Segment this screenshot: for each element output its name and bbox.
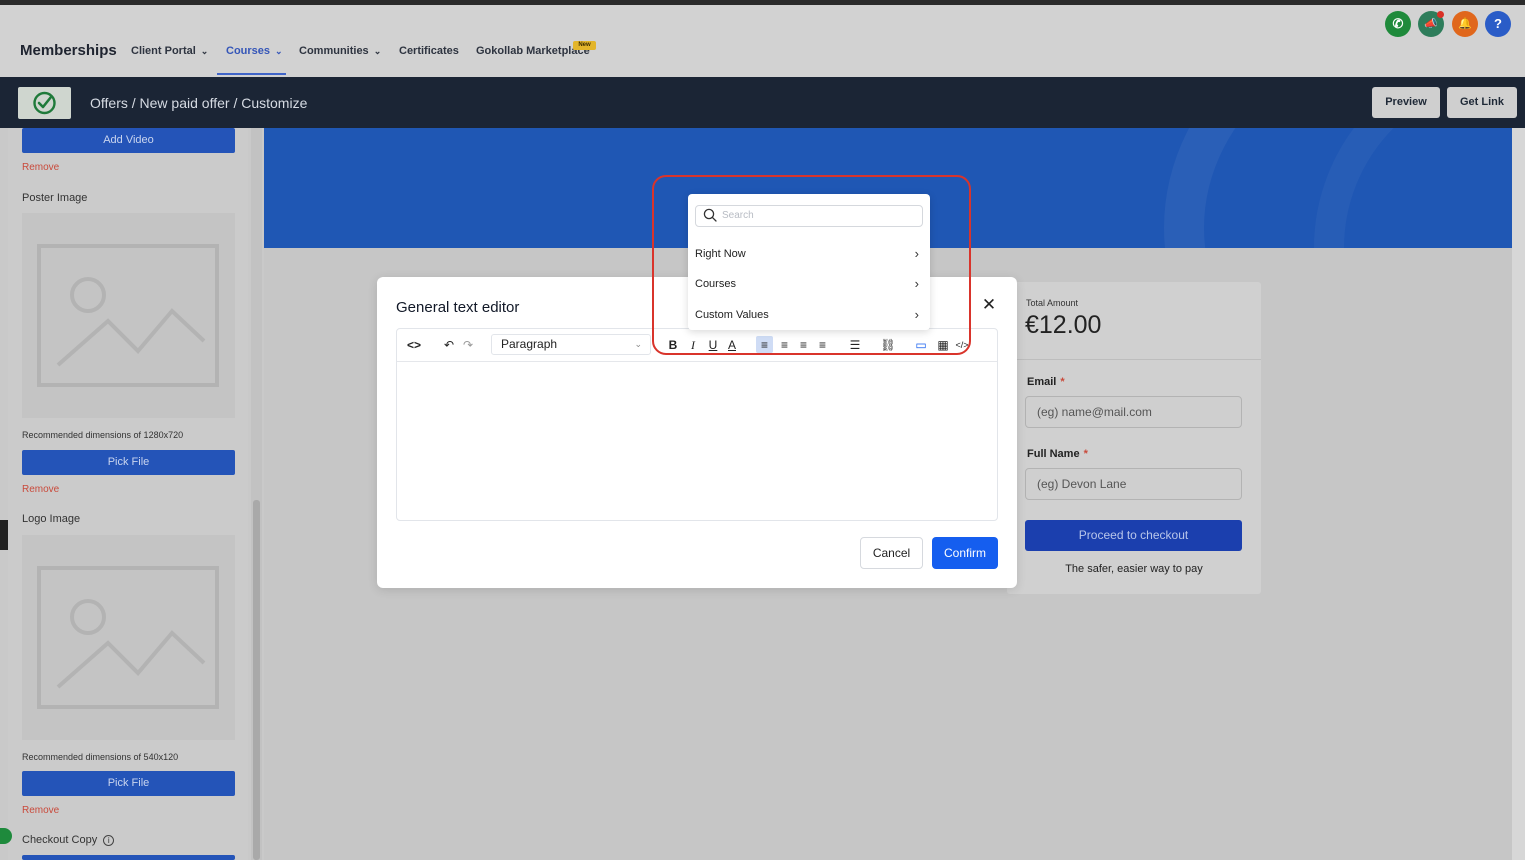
remove-logo-link[interactable]: Remove bbox=[22, 805, 59, 816]
image-placeholder-icon bbox=[37, 566, 219, 709]
nav-client-portal-label: Client Portal bbox=[131, 45, 196, 57]
undo-icon[interactable]: ↶ bbox=[441, 337, 457, 353]
paragraph-format-select[interactable]: Paragraph ⌄ bbox=[491, 334, 651, 355]
notification-dot bbox=[1437, 11, 1444, 18]
preview-button[interactable]: Preview bbox=[1372, 87, 1440, 118]
poster-image-placeholder[interactable] bbox=[22, 213, 235, 418]
megaphone-glyph: 📣 bbox=[1424, 18, 1438, 30]
breadcrumb: Offers / New paid offer / Customize bbox=[90, 95, 308, 111]
checkout-copy-button[interactable] bbox=[22, 855, 235, 860]
code-view-icon[interactable]: <> bbox=[404, 337, 424, 353]
active-tab-underline bbox=[217, 73, 286, 75]
nav-courses[interactable]: Courses ⌄ bbox=[226, 45, 283, 57]
top-navigation bbox=[0, 5, 1525, 77]
info-icon[interactable]: i bbox=[103, 835, 115, 846]
annotation-highlight bbox=[652, 175, 971, 355]
total-amount-value: €12.00 bbox=[1025, 311, 1102, 339]
remove-video-link[interactable]: Remove bbox=[22, 162, 59, 173]
nav-client-portal[interactable]: Client Portal ⌄ bbox=[131, 45, 208, 57]
phone-glyph: ✆ bbox=[1392, 16, 1404, 31]
email-label-text: Email bbox=[1027, 376, 1057, 388]
window-edge bbox=[0, 520, 8, 550]
modal-title: General text editor bbox=[396, 299, 520, 316]
total-amount-label: Total Amount bbox=[1026, 298, 1079, 308]
safe-payment-text: The safer, easier way to pay bbox=[1065, 563, 1203, 575]
nav-communities-label: Communities bbox=[299, 45, 369, 57]
email-label: Email * bbox=[1027, 376, 1065, 388]
full-name-label-text: Full Name bbox=[1027, 448, 1080, 460]
remove-poster-link[interactable]: Remove bbox=[22, 484, 59, 495]
checkout-copy-label: Checkout Copy i bbox=[22, 834, 115, 846]
image-placeholder-icon bbox=[37, 244, 219, 387]
logo-image-placeholder[interactable] bbox=[22, 535, 235, 740]
chevron-down-icon: ⌄ bbox=[200, 46, 209, 56]
toolbar-divider bbox=[397, 361, 997, 362]
pick-file-logo-button[interactable]: Pick File bbox=[22, 771, 235, 796]
help-glyph: ? bbox=[1494, 16, 1502, 31]
rich-text-editor[interactable] bbox=[396, 328, 998, 521]
close-icon[interactable]: ✕ bbox=[980, 296, 998, 314]
full-name-field[interactable]: (eg) Devon Lane bbox=[1025, 468, 1242, 500]
nav-courses-label: Courses bbox=[226, 45, 271, 57]
bell-icon[interactable]: 🔔 bbox=[1452, 11, 1478, 37]
chevron-down-icon: ⌄ bbox=[373, 46, 382, 56]
email-field[interactable]: (eg) name@mail.com bbox=[1025, 396, 1242, 428]
megaphone-icon[interactable]: 📣 bbox=[1418, 11, 1444, 37]
full-name-label: Full Name * bbox=[1027, 448, 1088, 460]
logo-check-icon[interactable] bbox=[18, 87, 71, 119]
logo-image-label: Logo Image bbox=[22, 513, 81, 525]
add-video-button[interactable]: Add Video bbox=[22, 128, 235, 153]
app-brand: Memberships bbox=[20, 42, 117, 59]
confirm-button[interactable]: Confirm bbox=[932, 537, 998, 569]
required-mark: * bbox=[1060, 376, 1065, 388]
sidebar-scrollbar[interactable] bbox=[253, 500, 260, 860]
required-mark: * bbox=[1083, 448, 1088, 460]
cancel-button[interactable]: Cancel bbox=[860, 537, 923, 569]
poster-dimensions-hint: Recommended dimensions of 1280x720 bbox=[22, 430, 184, 440]
paragraph-format-value: Paragraph bbox=[501, 337, 558, 351]
canvas-right-edge bbox=[1512, 128, 1525, 860]
nav-certificates-label: Certificates bbox=[399, 45, 459, 57]
nav-communities[interactable]: Communities ⌄ bbox=[299, 45, 381, 57]
checkout-divider bbox=[1007, 359, 1261, 360]
poster-image-label: Poster Image bbox=[22, 192, 88, 204]
pick-file-poster-button[interactable]: Pick File bbox=[22, 450, 235, 475]
redo-icon[interactable]: ↷ bbox=[460, 337, 476, 353]
bell-glyph: 🔔 bbox=[1458, 18, 1472, 30]
get-link-button[interactable]: Get Link bbox=[1447, 87, 1517, 118]
banner-decoration bbox=[1314, 128, 1512, 248]
nav-certificates[interactable]: Certificates bbox=[399, 45, 459, 57]
new-badge: New bbox=[573, 41, 596, 50]
chevron-down-icon: ⌄ bbox=[275, 46, 283, 56]
proceed-to-checkout-button[interactable]: Proceed to checkout bbox=[1025, 520, 1242, 551]
phone-icon[interactable]: ✆ bbox=[1385, 11, 1411, 37]
logo-dimensions-hint: Recommended dimensions of 540x120 bbox=[22, 752, 179, 762]
chevron-down-icon: ⌄ bbox=[634, 339, 642, 349]
checkout-copy-text: Checkout Copy bbox=[22, 834, 98, 846]
help-icon[interactable]: ? bbox=[1485, 11, 1511, 37]
